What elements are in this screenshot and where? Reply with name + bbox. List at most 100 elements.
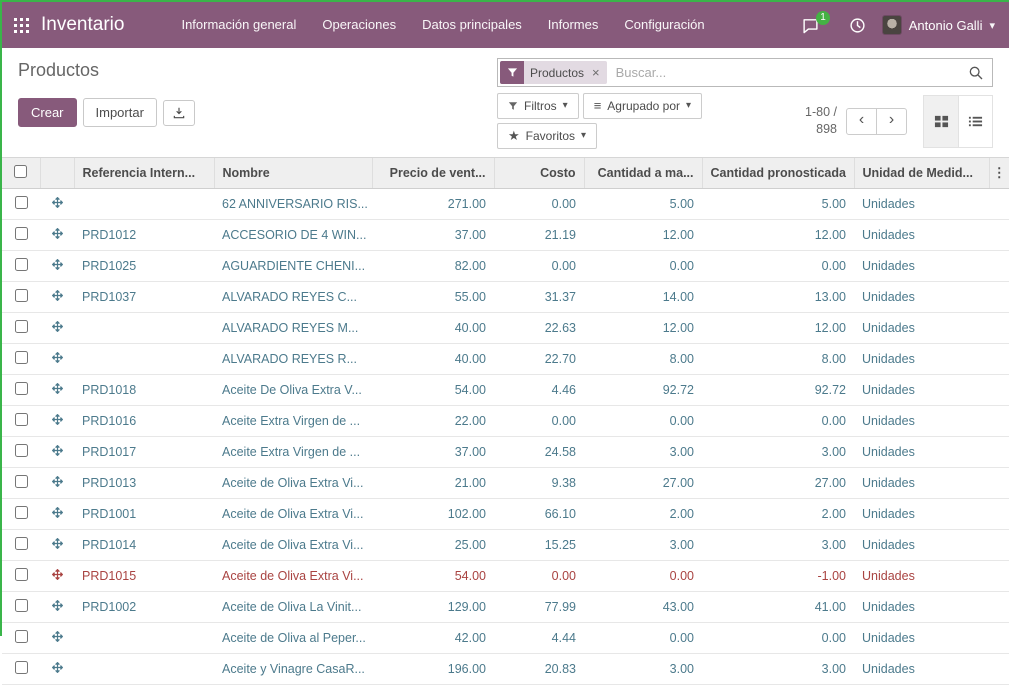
cell-qty-on-hand[interactable]: 0.00 [584, 623, 702, 654]
table-row[interactable]: PRD1015 Aceite de Oliva Extra Vi... 54.0… [2, 561, 1009, 592]
drag-handle[interactable] [40, 406, 74, 437]
cell-qty-on-hand[interactable]: 5.00 [584, 189, 702, 220]
cell-name[interactable]: Aceite y Vinagre CasaR... [214, 654, 372, 685]
cell-qty-on-hand[interactable]: 3.00 [584, 530, 702, 561]
cell-forecast[interactable]: -1.00 [702, 561, 854, 592]
cell-uom[interactable]: Unidades [854, 437, 989, 468]
cell-price[interactable]: 82.00 [372, 251, 494, 282]
cell-uom[interactable]: Unidades [854, 406, 989, 437]
cell-name[interactable]: Aceite De Oliva Extra V... [214, 375, 372, 406]
table-row[interactable]: PRD1012 ACCESORIO DE 4 WIN... 37.00 21.1… [2, 220, 1009, 251]
table-row[interactable]: PRD1001 Aceite de Oliva Extra Vi... 102.… [2, 499, 1009, 530]
table-row[interactable]: PRD1025 AGUARDIENTE CHENI... 82.00 0.00 … [2, 251, 1009, 282]
cell-price[interactable]: 54.00 [372, 375, 494, 406]
table-row[interactable]: PRD1037 ALVARADO REYES C... 55.00 31.37 … [2, 282, 1009, 313]
drag-handle[interactable] [40, 375, 74, 406]
cell-name[interactable]: Aceite de Oliva Extra Vi... [214, 468, 372, 499]
cell-uom[interactable]: Unidades [854, 561, 989, 592]
row-checkbox[interactable] [15, 630, 28, 643]
cell-cost[interactable]: 24.58 [494, 437, 584, 468]
cell-reference[interactable]: PRD1037 [74, 282, 214, 313]
cell-qty-on-hand[interactable]: 12.00 [584, 313, 702, 344]
optional-columns-button[interactable]: ⋮ [989, 158, 1009, 189]
pager-previous-button[interactable]: ‹ [846, 108, 877, 135]
favorites-dropdown[interactable]: ★ Favoritos ▾ [497, 123, 597, 149]
cell-qty-on-hand[interactable]: 43.00 [584, 592, 702, 623]
drag-handle[interactable] [40, 530, 74, 561]
table-row[interactable]: PRD1018 Aceite De Oliva Extra V... 54.00… [2, 375, 1009, 406]
cell-price[interactable]: 22.00 [372, 406, 494, 437]
cell-price[interactable]: 271.00 [372, 189, 494, 220]
cell-cost[interactable]: 15.25 [494, 530, 584, 561]
cell-qty-on-hand[interactable]: 12.00 [584, 220, 702, 251]
cell-reference[interactable] [74, 623, 214, 654]
groupby-dropdown[interactable]: ≡ Agrupado por ▾ [583, 93, 702, 119]
cell-name[interactable]: Aceite de Oliva al Peper... [214, 623, 372, 654]
cell-reference[interactable]: PRD1002 [74, 592, 214, 623]
menu-item-configuracion[interactable]: Configuración [611, 2, 717, 48]
table-row[interactable]: PRD1017 Aceite Extra Virgen de ... 37.00… [2, 437, 1009, 468]
cell-uom[interactable]: Unidades [854, 654, 989, 685]
row-checkbox[interactable] [15, 661, 28, 674]
menu-item-informes[interactable]: Informes [535, 2, 612, 48]
cell-uom[interactable]: Unidades [854, 592, 989, 623]
cell-qty-on-hand[interactable]: 0.00 [584, 561, 702, 592]
cell-reference[interactable]: PRD1018 [74, 375, 214, 406]
cell-name[interactable]: 62 ANNIVERSARIO RIS... [214, 189, 372, 220]
cell-forecast[interactable]: 8.00 [702, 344, 854, 375]
row-checkbox[interactable] [15, 196, 28, 209]
menu-item-operaciones[interactable]: Operaciones [309, 2, 409, 48]
cell-cost[interactable]: 0.00 [494, 251, 584, 282]
cell-price[interactable]: 55.00 [372, 282, 494, 313]
search-input[interactable] [614, 64, 964, 81]
cell-forecast[interactable]: 3.00 [702, 530, 854, 561]
facet-remove-button[interactable]: × [590, 61, 607, 84]
cell-cost[interactable]: 31.37 [494, 282, 584, 313]
create-button[interactable]: Crear [18, 98, 77, 127]
cell-forecast[interactable]: 5.00 [702, 189, 854, 220]
cell-forecast[interactable]: 41.00 [702, 592, 854, 623]
cell-name[interactable]: Aceite Extra Virgen de ... [214, 406, 372, 437]
cell-forecast[interactable]: 27.00 [702, 468, 854, 499]
user-menu[interactable]: Antonio Galli ▾ [882, 15, 995, 35]
drag-handle[interactable] [40, 251, 74, 282]
table-row[interactable]: Aceite de Oliva al Peper... 42.00 4.44 0… [2, 623, 1009, 654]
search-bar[interactable]: Productos × [497, 58, 993, 87]
cell-name[interactable]: ALVARADO REYES C... [214, 282, 372, 313]
cell-price[interactable]: 37.00 [372, 437, 494, 468]
cell-name[interactable]: Aceite de Oliva Extra Vi... [214, 561, 372, 592]
cell-forecast[interactable]: 12.00 [702, 313, 854, 344]
cell-name[interactable]: ACCESORIO DE 4 WIN... [214, 220, 372, 251]
drag-handle[interactable] [40, 592, 74, 623]
row-checkbox[interactable] [15, 320, 28, 333]
column-header-nombre[interactable]: Nombre [214, 158, 372, 189]
activities-button[interactable] [849, 17, 866, 34]
cell-qty-on-hand[interactable]: 2.00 [584, 499, 702, 530]
cell-forecast[interactable]: 3.00 [702, 437, 854, 468]
cell-uom[interactable]: Unidades [854, 530, 989, 561]
menu-item-informacion-general[interactable]: Información general [168, 2, 309, 48]
cell-qty-on-hand[interactable]: 14.00 [584, 282, 702, 313]
cell-forecast[interactable]: 2.00 [702, 499, 854, 530]
column-header-precio[interactable]: Precio de vent... [372, 158, 494, 189]
cell-cost[interactable]: 21.19 [494, 220, 584, 251]
cell-reference[interactable] [74, 654, 214, 685]
pager-next-button[interactable]: › [876, 108, 907, 135]
cell-qty-on-hand[interactable]: 8.00 [584, 344, 702, 375]
table-row[interactable]: ALVARADO REYES M... 40.00 22.63 12.00 12… [2, 313, 1009, 344]
search-icon[interactable] [964, 65, 988, 81]
drag-handle[interactable] [40, 344, 74, 375]
cell-cost[interactable]: 0.00 [494, 406, 584, 437]
column-header-cantidad-pronosticada[interactable]: Cantidad pronosticada [702, 158, 854, 189]
cell-reference[interactable]: PRD1014 [74, 530, 214, 561]
table-row[interactable]: PRD1016 Aceite Extra Virgen de ... 22.00… [2, 406, 1009, 437]
cell-forecast[interactable]: 12.00 [702, 220, 854, 251]
cell-reference[interactable]: PRD1001 [74, 499, 214, 530]
cell-uom[interactable]: Unidades [854, 313, 989, 344]
cell-uom[interactable]: Unidades [854, 468, 989, 499]
row-checkbox[interactable] [15, 227, 28, 240]
list-view-button[interactable] [958, 96, 992, 147]
cell-reference[interactable]: PRD1013 [74, 468, 214, 499]
table-row[interactable]: PRD1014 Aceite de Oliva Extra Vi... 25.0… [2, 530, 1009, 561]
cell-name[interactable]: Aceite Extra Virgen de ... [214, 437, 372, 468]
